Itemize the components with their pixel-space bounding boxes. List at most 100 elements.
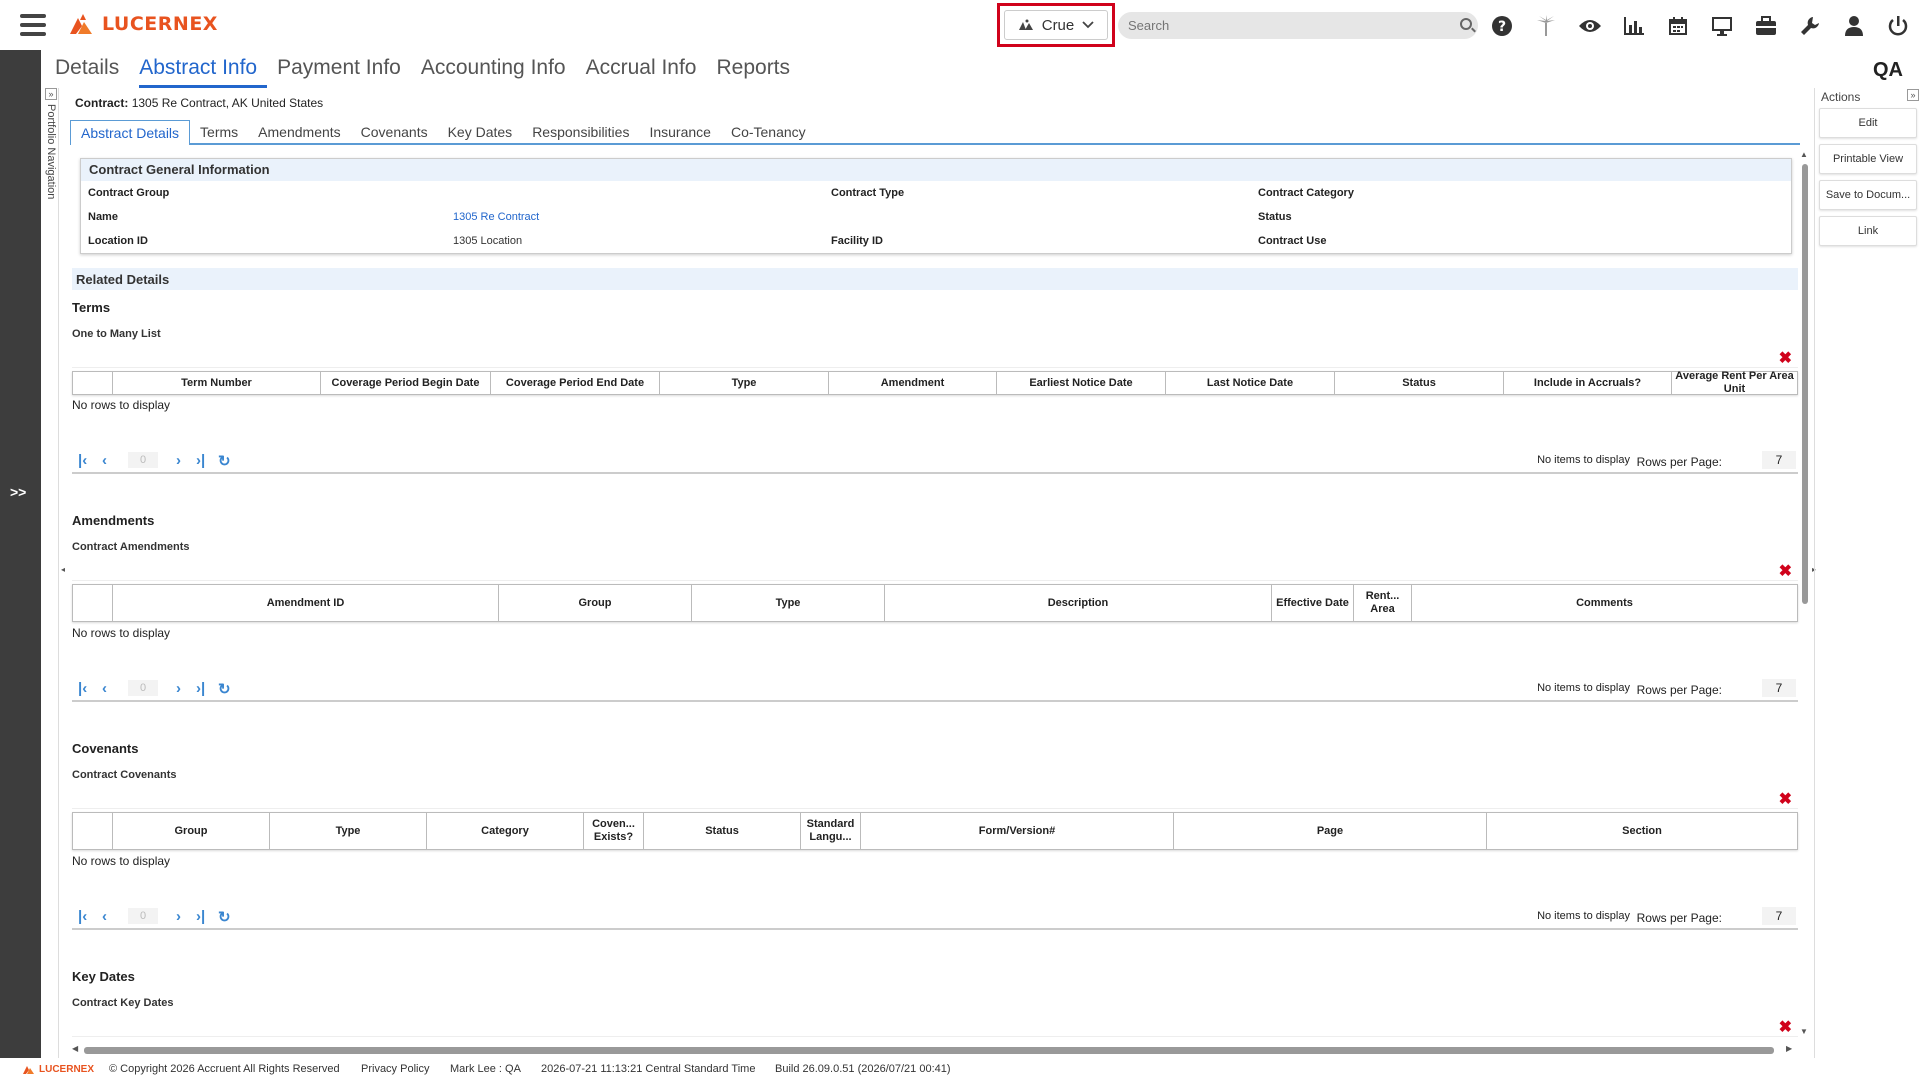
wrench-icon[interactable]: [1796, 12, 1823, 39]
column-header[interactable]: Last Notice Date: [1166, 372, 1335, 394]
first-page-icon[interactable]: |‹: [78, 908, 87, 925]
column-header[interactable]: Status: [644, 813, 801, 849]
page-number[interactable]: 0: [128, 452, 158, 468]
rows-per-page-input[interactable]: 7: [1762, 907, 1796, 925]
rows-per-page-input[interactable]: 7: [1762, 679, 1796, 697]
column-header[interactable]: Amendment: [829, 372, 997, 394]
prev-page-icon[interactable]: ‹: [102, 452, 107, 469]
column-header[interactable]: Effective Date: [1272, 585, 1354, 621]
vertical-scroll-thumb[interactable]: [1802, 164, 1808, 604]
select-column[interactable]: [73, 372, 113, 394]
first-page-icon[interactable]: |‹: [78, 452, 87, 469]
tab-payment-info[interactable]: Payment Info: [277, 56, 411, 88]
first-page-icon[interactable]: |‹: [78, 680, 87, 697]
prev-page-icon[interactable]: ‹: [102, 680, 107, 697]
subtab-insurance[interactable]: Insurance: [639, 120, 720, 143]
delete-icon[interactable]: ✖: [1779, 561, 1792, 581]
column-header[interactable]: Group: [113, 813, 270, 849]
last-page-icon[interactable]: ›|: [196, 908, 205, 925]
edit-button[interactable]: Edit: [1819, 108, 1917, 138]
refresh-icon[interactable]: ↻: [218, 680, 231, 698]
column-header[interactable]: Coverage Period Begin Date: [321, 372, 491, 394]
rows-per-page-input[interactable]: 7: [1762, 451, 1796, 469]
scroll-left-icon[interactable]: ◀: [72, 1044, 78, 1053]
refresh-icon[interactable]: ↻: [218, 452, 231, 470]
subtab-amendments[interactable]: Amendments: [248, 120, 350, 143]
column-header[interactable]: Status: [1335, 372, 1504, 394]
subtab-abstract-details[interactable]: Abstract Details: [70, 120, 191, 145]
expand-rail-button[interactable]: >>: [10, 484, 26, 500]
column-header[interactable]: Form/Version#: [861, 813, 1174, 849]
subtab-key-dates[interactable]: Key Dates: [438, 120, 523, 143]
eye-icon[interactable]: [1576, 12, 1603, 39]
tab-reports[interactable]: Reports: [716, 56, 800, 88]
refresh-icon[interactable]: ↻: [218, 908, 231, 926]
subtab-terms[interactable]: Terms: [190, 120, 248, 143]
collapse-actions-button[interactable]: »: [1907, 89, 1919, 101]
page-number[interactable]: 0: [128, 680, 158, 696]
column-header[interactable]: Section: [1487, 813, 1797, 849]
printable-view-button[interactable]: Printable View: [1819, 144, 1917, 174]
calendar-icon[interactable]: [1664, 12, 1691, 39]
privacy-policy-link[interactable]: Privacy Policy: [361, 1063, 429, 1075]
delete-icon[interactable]: ✖: [1779, 348, 1792, 368]
briefcase-icon[interactable]: [1752, 12, 1779, 39]
select-column[interactable]: [73, 585, 113, 621]
next-page-icon[interactable]: ›: [176, 908, 181, 925]
horizontal-scroll-thumb[interactable]: [84, 1047, 1774, 1054]
power-icon[interactable]: [1884, 12, 1911, 39]
last-page-icon[interactable]: ›|: [196, 452, 205, 469]
bar-chart-icon[interactable]: [1620, 12, 1647, 39]
prev-page-icon[interactable]: ‹: [102, 908, 107, 925]
scroll-down-icon[interactable]: ▼: [1800, 1027, 1808, 1036]
subtab-responsibilities[interactable]: Responsibilities: [522, 120, 639, 143]
page-number[interactable]: 0: [128, 908, 158, 924]
scroll-right-icon[interactable]: ▶: [1786, 1044, 1792, 1053]
column-header[interactable]: Standard Langu...: [801, 813, 861, 849]
splitter-left-icon[interactable]: ◂: [61, 565, 65, 574]
help-icon[interactable]: ?: [1488, 12, 1515, 39]
column-header[interactable]: Description: [885, 585, 1272, 621]
expand-portfolio-nav-button[interactable]: »: [45, 88, 57, 100]
tab-accrual-info[interactable]: Accrual Info: [586, 56, 707, 88]
column-header[interactable]: Include in Accruals?: [1504, 372, 1672, 394]
column-header[interactable]: Coven... Exists?: [584, 813, 644, 849]
column-header[interactable]: Amendment ID: [113, 585, 499, 621]
column-header[interactable]: Average Rent Per Area Unit: [1672, 370, 1797, 395]
save-to-documents-button[interactable]: Save to Docum...: [1819, 180, 1917, 210]
search-icon[interactable]: [1460, 18, 1472, 30]
column-header[interactable]: Type: [692, 585, 885, 621]
tab-details[interactable]: Details: [55, 56, 129, 88]
portfolio-navigation-label[interactable]: Portfolio Navigation: [45, 104, 57, 199]
column-header[interactable]: Coverage Period End Date: [491, 372, 660, 394]
scroll-up-icon[interactable]: ▲: [1800, 150, 1808, 159]
delete-icon[interactable]: ✖: [1779, 1017, 1792, 1037]
tab-abstract-info[interactable]: Abstract Info: [139, 56, 268, 88]
column-header[interactable]: Term Number: [113, 372, 321, 394]
column-header[interactable]: Comments: [1412, 585, 1797, 621]
last-page-icon[interactable]: ›|: [196, 680, 205, 697]
subtab-co-tenancy[interactable]: Co-Tenancy: [721, 120, 816, 143]
column-header[interactable]: Type: [270, 813, 427, 849]
palm-tree-icon[interactable]: [1532, 12, 1559, 39]
next-page-icon[interactable]: ›: [176, 680, 181, 697]
delete-icon[interactable]: ✖: [1779, 789, 1792, 809]
contract-name-link[interactable]: 1305 Re Contract: [453, 211, 539, 223]
tenant-selector[interactable]: Crue: [1004, 10, 1108, 40]
search-input[interactable]: [1118, 12, 1478, 39]
hamburger-menu-icon[interactable]: [20, 14, 46, 36]
subtab-covenants[interactable]: Covenants: [351, 120, 438, 143]
link-button[interactable]: Link: [1819, 216, 1917, 246]
column-header[interactable]: Category: [427, 813, 584, 849]
column-header[interactable]: Page: [1174, 813, 1487, 849]
column-header[interactable]: Group: [499, 585, 692, 621]
column-header[interactable]: Rent... Area: [1354, 585, 1412, 621]
column-header[interactable]: Type: [660, 372, 829, 394]
logo[interactable]: LUCERNEX: [68, 12, 218, 36]
user-icon[interactable]: [1840, 12, 1867, 39]
select-column[interactable]: [73, 813, 113, 849]
column-header[interactable]: Earliest Notice Date: [997, 372, 1166, 394]
next-page-icon[interactable]: ›: [176, 452, 181, 469]
monitor-icon[interactable]: [1708, 12, 1735, 39]
tab-accounting-info[interactable]: Accounting Info: [421, 56, 576, 88]
